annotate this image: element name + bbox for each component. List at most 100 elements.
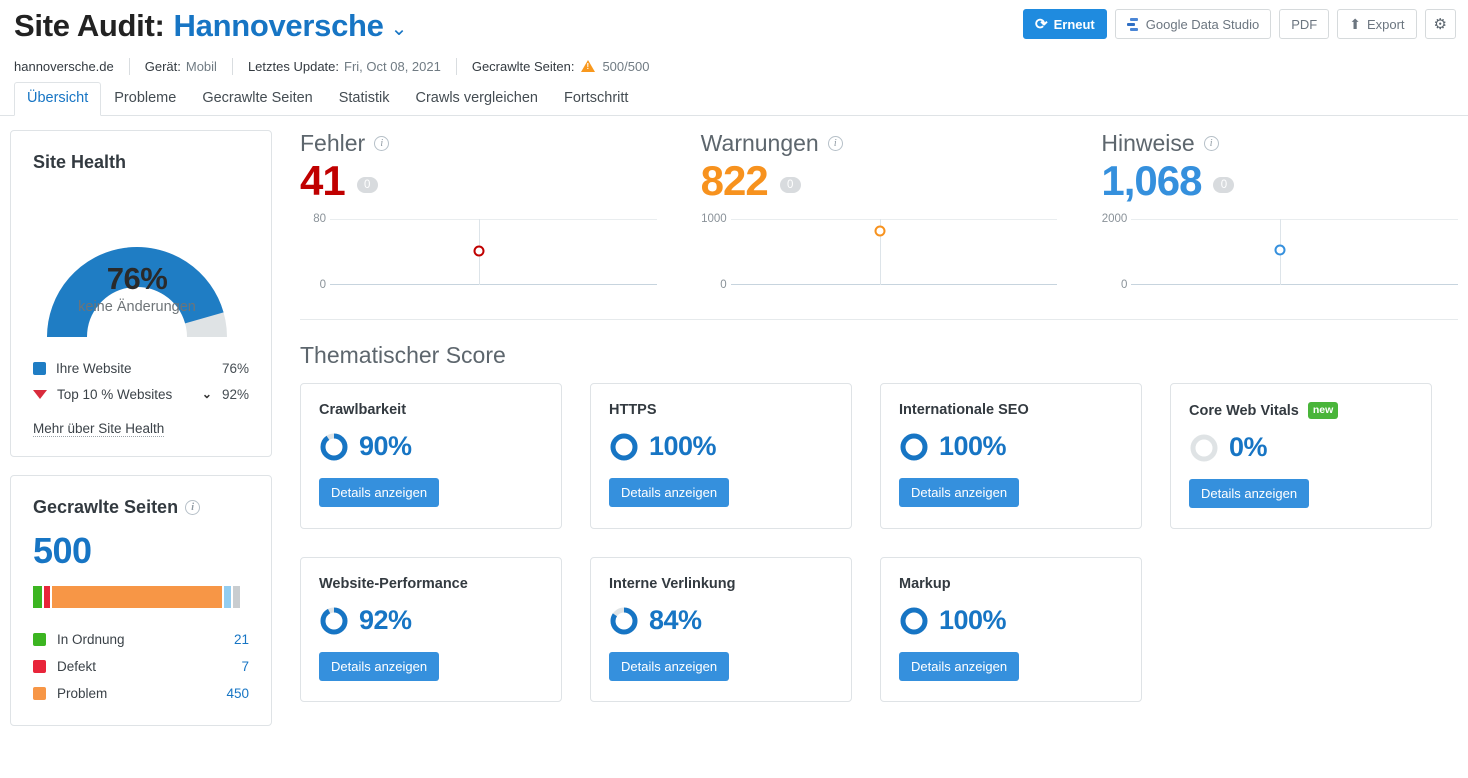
legend-value[interactable]: 7 (241, 659, 249, 674)
stat-title: Fehler (300, 130, 366, 156)
export-button[interactable]: ⬆ Export (1337, 9, 1417, 39)
show-details-button[interactable]: Details anzeigen (609, 652, 730, 682)
refresh-button-label: Erneut (1053, 16, 1095, 32)
score-percent: 90% (359, 431, 412, 462)
stat-title: Hinweise (1101, 130, 1195, 156)
stat-value-row: 1,068 0 (1101, 158, 1458, 203)
score-card-title-label: HTTPS (609, 402, 657, 419)
legend-label: Top 10 % Websites (57, 386, 173, 402)
site-health-legend-row: Ihre Website 76% (33, 355, 249, 381)
data-point[interactable] (1274, 244, 1286, 256)
score-card-value-row: 100% (609, 431, 833, 462)
more-about-site-health-link[interactable]: Mehr über Site Health (33, 421, 165, 437)
y-axis-min-label: 0 (1120, 279, 1128, 292)
crawled-pages-legend-row: Problem 450 (33, 680, 249, 707)
score-percent: 100% (649, 431, 717, 462)
axis-baseline (1131, 284, 1459, 286)
y-axis-min-label: 0 (319, 279, 326, 292)
score-donut-icon (900, 607, 928, 635)
axis-baseline (330, 284, 657, 286)
info-icon[interactable]: i (827, 136, 843, 151)
stat-sparkline: 1000 0 (701, 213, 1058, 293)
show-details-button[interactable]: Details anzeigen (1189, 479, 1310, 509)
chevron-down-icon[interactable]: ⌄ (391, 19, 408, 39)
site-health-panel: Site Health 76% keine Änderungen Ihre We… (10, 130, 272, 457)
stat-header: Warnungen i (701, 130, 1058, 157)
legend-value[interactable]: 21 (234, 632, 249, 647)
site-health-title: Site Health (33, 152, 127, 172)
score-card-title: Crawlbarkeit (319, 402, 543, 418)
crawled-pages-bar-segment (44, 586, 50, 608)
page-title-prefix: Site Audit: (14, 8, 165, 43)
data-point[interactable] (874, 225, 886, 237)
score-percent: 84% (649, 605, 702, 636)
meta-device-label: Gerät: (144, 58, 181, 74)
legend-value: 76% (221, 360, 249, 376)
legend-value: 92% (221, 386, 249, 402)
data-point[interactable] (473, 245, 485, 257)
show-details-button[interactable]: Details anzeigen (319, 478, 440, 508)
project-name-link[interactable]: Hannoversche (174, 8, 384, 44)
show-details-button[interactable]: Details anzeigen (319, 652, 440, 682)
legend-color-swatch (33, 361, 46, 375)
stat-header: Fehler i (300, 130, 657, 157)
tab-bersicht[interactable]: Übersicht (14, 82, 102, 116)
stat-value: 822 (700, 157, 769, 204)
legend-color-swatch (33, 687, 46, 700)
score-card-title: Core Web Vitals new (1189, 402, 1413, 420)
crawled-pages-total: 500 (33, 530, 92, 571)
show-details-button[interactable]: Details anzeigen (899, 652, 1020, 682)
score-donut-icon (610, 607, 638, 635)
tab-probleme[interactable]: Probleme (101, 82, 189, 116)
divider (128, 57, 130, 75)
show-details-button[interactable]: Details anzeigen (609, 478, 730, 508)
score-card-title-label: Core Web Vitals (1189, 402, 1299, 419)
info-icon[interactable]: i (185, 500, 201, 515)
thematic-score-card: HTTPS 100% Details anzeigen (590, 383, 852, 530)
score-percent: 0% (1229, 432, 1268, 463)
google-data-studio-label: Google Data Studio (1145, 16, 1260, 32)
gridline-top (730, 219, 1058, 221)
chevron-down-icon[interactable]: ⌄ (202, 387, 212, 401)
legend-value[interactable]: 450 (226, 686, 249, 701)
crawled-pages-bar-segment (232, 586, 240, 608)
divider (231, 57, 233, 75)
crawled-pages-bar (33, 586, 249, 608)
info-icon[interactable]: i (1203, 136, 1219, 151)
score-card-title: Website-Performance (319, 576, 543, 592)
crawled-pages-legend: In Ordnung 21 Defekt 7 Problem 450 (33, 626, 249, 707)
upload-icon: ⬆ (1349, 16, 1361, 32)
refresh-button[interactable]: ⟳ Erneut (1023, 9, 1107, 39)
tab-crawls-vergleichen[interactable]: Crawls vergleichen (403, 82, 552, 116)
divider (455, 57, 457, 75)
pdf-button[interactable]: PDF (1279, 9, 1330, 39)
tab-gecrawlte-seiten[interactable]: Gecrawlte Seiten (189, 82, 325, 116)
thematic-score-card: Website-Performance 92% Details anzeigen (300, 557, 562, 703)
score-card-title-label: Markup (899, 576, 951, 593)
refresh-icon: ⟳ (1035, 15, 1048, 33)
stat-block-warnungen: Warnungen i 822 0 1000 0 (701, 130, 1058, 293)
meta-crawled-value: 500/500 (602, 58, 650, 74)
score-card-value-row: 0% (1189, 432, 1413, 463)
issue-stats-row: Fehler i 41 0 80 0 Warnungen i 822 0 1000 0 Hinweise… (300, 130, 1459, 321)
site-health-legend-row: Top 10 % Websites ⌄ 92% (33, 381, 249, 407)
crawled-pages-panel: Gecrawlte Seiten i 500 In Ordnung 21 Defek… (10, 475, 272, 726)
score-card-title-label: Internationale SEO (899, 402, 1029, 419)
info-icon[interactable]: i (374, 136, 390, 151)
header-actions: ⟳ Erneut Google Data Studio PDF ⬆ Export… (1023, 9, 1456, 39)
stat-title: Warnungen (700, 130, 819, 156)
stat-delta-badge: 0 (779, 177, 801, 194)
legend-color-swatch (33, 633, 46, 646)
tab-fortschritt[interactable]: Fortschritt (551, 82, 641, 116)
score-card-title: Interne Verlinkung (609, 576, 833, 592)
settings-button[interactable]: ⚙ (1424, 9, 1456, 39)
meta-crawled-label: Gecrawlte Seiten: (471, 58, 575, 74)
tab-statistik[interactable]: Statistik (326, 82, 403, 116)
google-data-studio-button[interactable]: Google Data Studio (1114, 9, 1272, 39)
crawled-pages-bar-segment (51, 586, 223, 608)
show-details-button[interactable]: Details anzeigen (899, 478, 1020, 508)
thematic-score-card: Internationale SEO 100% Details anzeigen (880, 383, 1142, 530)
gridline-top (1131, 219, 1459, 221)
gear-icon: ⚙ (1433, 15, 1447, 33)
